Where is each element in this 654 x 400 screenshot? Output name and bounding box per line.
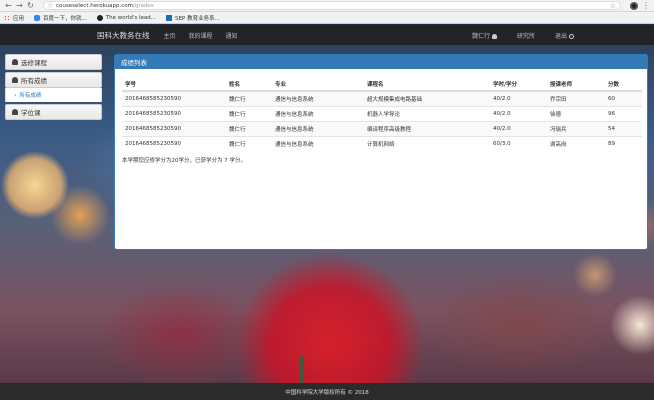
sidebar-item-label: 所有成绩 [21, 77, 47, 85]
cell-hours-credits: 60/3.0 [490, 135, 547, 151]
cell-name: 魏仁行 [226, 90, 272, 106]
cell-teacher: 冯瑞兵 [547, 120, 605, 136]
back-icon[interactable]: ← [4, 1, 13, 10]
table-header-row: 学号 姓名 专业 课程名 学时/学分 授课老师 分数 [122, 77, 642, 92]
cell-major: 通信与信息系统 [272, 120, 364, 136]
table-row: 2016468585230590 魏仁行 通信与信息系统 超大规模集成电路基础 … [122, 90, 642, 106]
page-footer: 中国科学院大学版权所有 © 2018 [0, 383, 654, 400]
extension-icon[interactable] [630, 1, 638, 10]
sidebar-item-label: 选修课程 [21, 59, 47, 67]
address-bar[interactable]: ⓘ couseselect.herokuapp.com /grades ☆ [43, 1, 621, 10]
bookmarks-bar: 应用 百度一下，你就... The world's lead... SEP 教育… [0, 12, 654, 24]
cell-course: 超大规模集成电路基础 [364, 90, 490, 106]
user-icon [12, 59, 18, 65]
forward-icon[interactable]: → [15, 1, 24, 10]
cell-teacher: 乔宗田 [547, 90, 605, 106]
column-header: 授课老师 [547, 77, 605, 92]
cell-student-id: 2016468585230590 [122, 120, 226, 136]
cell-hours-credits: 40/2.0 [490, 90, 547, 106]
reload-icon[interactable]: ↻ [26, 1, 35, 10]
nav-right: 魏仁行 研究所 退出 [452, 31, 574, 40]
cell-score: 60 [605, 90, 642, 106]
cell-name: 魏仁行 [226, 105, 272, 121]
cell-major: 通信与信息系统 [272, 90, 364, 106]
grades-table: 学号 姓名 专业 课程名 学时/学分 授课老师 分数 2016468585230… [122, 77, 642, 151]
cell-course: 编译程序高级教程 [364, 120, 490, 136]
cell-score: 89 [605, 135, 642, 151]
site-brand[interactable]: 国科大教务在线 [97, 30, 150, 41]
user-icon [12, 77, 18, 83]
bookmark-label: 应用 [13, 15, 25, 22]
nav-user[interactable]: 魏仁行 [472, 31, 497, 40]
sidebar: 选修课程 所有成绩 › 所有成绩 学位课 [5, 54, 102, 122]
bookmark-label: 百度一下，你就... [43, 15, 87, 22]
nav-my-courses[interactable]: 我的课程 [189, 31, 213, 40]
bookmark-label: The world's lead... [105, 14, 157, 21]
sidebar-item-all-grades[interactable]: 所有成绩 [5, 72, 102, 88]
browser-toolbar: ← → ↻ ⓘ couseselect.herokuapp.com /grade… [0, 0, 654, 12]
sidebar-item-label: 学位课 [21, 109, 41, 117]
cell-score: 96 [605, 105, 642, 121]
table-row: 2016468585230590 魏仁行 通信与信息系统 编译程序高级教程 40… [122, 120, 642, 136]
sidebar-item-degree[interactable]: 学位课 [5, 104, 102, 120]
power-icon [569, 33, 574, 39]
flower-stem [300, 355, 304, 383]
sep-icon [166, 14, 173, 21]
cell-student-id: 2016468585230590 [122, 135, 226, 151]
column-header: 课程名 [364, 77, 490, 92]
cell-student-id: 2016468585230590 [122, 105, 226, 121]
cell-teacher: 谢高岗 [547, 135, 605, 151]
column-header: 姓名 [226, 77, 272, 92]
cell-hours-credits: 40/2.0 [490, 120, 547, 136]
user-icon [12, 109, 18, 115]
table-row: 2016468585230590 魏仁行 通信与信息系统 机器人学导论 40/2… [122, 105, 642, 121]
top-navbar: 国科大教务在线 主页 我的课程 通知 魏仁行 研究所 退出 [0, 25, 654, 45]
cell-course: 机器人学导论 [364, 105, 490, 121]
nav-logout[interactable]: 退出 [555, 31, 574, 40]
nav-profile[interactable]: 研究所 [517, 31, 535, 40]
bookmark-sep[interactable]: SEP 教育业务系... [166, 14, 220, 22]
bookmark-baidu[interactable]: 百度一下，你就... [34, 14, 87, 22]
cell-name: 魏仁行 [226, 120, 272, 136]
nav-home[interactable]: 主页 [164, 31, 176, 40]
cell-course: 计算机网络 [364, 135, 490, 151]
sidebar-item-elective[interactable]: 选修课程 [5, 54, 102, 70]
cell-hours-credits: 40/2.0 [490, 105, 547, 121]
column-header: 学号 [122, 77, 226, 92]
chevron-right-icon: › [14, 91, 17, 99]
cell-student-id: 2016468585230590 [122, 90, 226, 106]
column-header: 专业 [272, 77, 364, 92]
apps-icon [4, 14, 10, 21]
sidebar-subitem-all-grades[interactable]: › 所有成绩 [5, 88, 102, 102]
cell-major: 通信与信息系统 [272, 135, 364, 151]
url-host: couseselect.herokuapp.com [56, 2, 133, 9]
user-name: 魏仁行 [471, 32, 490, 40]
bookmark-label: SEP 教育业务系... [175, 15, 220, 22]
table-row: 2016468585230590 魏仁行 通信与信息系统 计算机网络 60/3.… [122, 135, 642, 151]
bookmark-apps[interactable]: 应用 [4, 14, 24, 22]
cell-score: 54 [605, 120, 642, 136]
column-header: 分数 [605, 77, 642, 92]
sidebar-subitem-label: 所有成绩 [19, 93, 42, 99]
logout-label: 退出 [554, 32, 567, 40]
info-icon: ⓘ [48, 3, 54, 9]
github-icon [96, 14, 103, 21]
baidu-icon [34, 14, 41, 21]
column-header: 学时/学分 [490, 77, 547, 92]
nav-notices[interactable]: 通知 [226, 31, 238, 40]
menu-icon[interactable]: ⋮ [642, 1, 650, 10]
credit-summary: 本学期您应修学分为20学分，已获学分为 7 学分。 [122, 158, 246, 164]
panel-title: 成绩列表 [115, 55, 647, 69]
bookmark-star-icon[interactable]: ☆ [610, 2, 616, 10]
bookmark-github[interactable]: The world's lead... [96, 14, 157, 21]
cell-name: 魏仁行 [226, 135, 272, 151]
url-path: /grades [132, 2, 154, 9]
cell-major: 通信与信息系统 [272, 105, 364, 121]
cell-teacher: 徐德 [547, 105, 605, 121]
user-icon [491, 33, 497, 39]
copyright-text: 中国科学院大学版权所有 © 2018 [285, 389, 369, 396]
grades-panel: 成绩列表 学号 姓名 专业 课程名 学时/学分 授课老师 分数 20164685… [114, 54, 648, 250]
